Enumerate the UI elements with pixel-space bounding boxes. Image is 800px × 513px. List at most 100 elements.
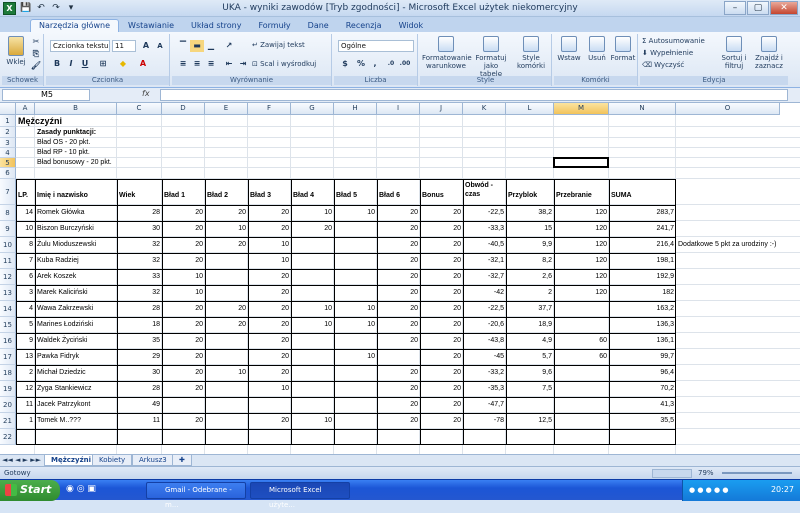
row-header[interactable]: 18: [0, 365, 16, 381]
close-button[interactable]: ✕: [770, 1, 798, 15]
column-header[interactable]: F: [248, 103, 291, 115]
find-select-button[interactable]: Znajdź i zaznacz: [752, 36, 786, 70]
row-header[interactable]: 8: [0, 205, 16, 221]
font-name-combo[interactable]: Czcionka tekstu: [50, 40, 110, 52]
column-header[interactable]: J: [420, 103, 463, 115]
column-header[interactable]: L: [506, 103, 554, 115]
row-header[interactable]: 11: [0, 253, 16, 269]
insert-sheet-icon[interactable]: ✚: [172, 455, 192, 466]
font-size-combo[interactable]: 11: [112, 40, 136, 52]
quick-launch-icons[interactable]: ◉ ◎ ▣: [66, 484, 96, 494]
taskbar-item-gmail[interactable]: Gmail - Odebrane - m...: [146, 482, 246, 509]
view-buttons[interactable]: [652, 469, 692, 478]
clear-button[interactable]: ⌫ Wyczyść: [642, 61, 714, 69]
row-header[interactable]: 21: [0, 413, 16, 429]
tab-1[interactable]: Wstawianie: [120, 20, 182, 32]
column-header[interactable]: E: [205, 103, 248, 115]
cell-styles-button[interactable]: Style komórki: [512, 36, 550, 70]
row-header[interactable]: 19: [0, 381, 16, 397]
comma-style-icon[interactable]: ,: [368, 58, 382, 70]
row-header[interactable]: 12: [0, 269, 16, 285]
formula-input[interactable]: [160, 89, 788, 101]
tab-0[interactable]: Narzędzia główne: [30, 19, 120, 32]
column-header[interactable]: K: [463, 103, 506, 115]
sheet-nav-icons[interactable]: ◄◄ ◄ ► ►►: [2, 456, 41, 464]
column-header[interactable]: H: [334, 103, 377, 115]
italic-button[interactable]: I: [64, 58, 78, 70]
row-header[interactable]: 20: [0, 397, 16, 413]
orientation-icon[interactable]: ↗: [222, 40, 236, 52]
tray-icons[interactable]: ● ● ● ● ●: [689, 480, 728, 500]
row-header[interactable]: 4: [0, 148, 16, 158]
tab-6[interactable]: Widok: [391, 20, 432, 32]
conditional-formatting-button[interactable]: Formatowanie warunkowe: [422, 36, 472, 70]
column-header[interactable]: C: [117, 103, 162, 115]
row-header[interactable]: 5: [0, 158, 16, 168]
tab-2[interactable]: Układ strony: [183, 20, 249, 32]
tab-4[interactable]: Dane: [300, 20, 337, 32]
minimize-button[interactable]: –: [724, 1, 746, 15]
decrease-decimal-icon[interactable]: .00: [398, 58, 412, 70]
maximize-button[interactable]: ▢: [747, 1, 769, 15]
taskbar-item-excel[interactable]: Microsoft Excel użyte...: [250, 482, 350, 509]
sheet-tab-2[interactable]: Arkusz3: [132, 455, 174, 466]
row-header[interactable]: 7: [0, 179, 16, 205]
align-middle-icon[interactable]: ▬: [190, 40, 204, 52]
shrink-font-icon[interactable]: A: [153, 40, 167, 52]
column-header[interactable]: B: [35, 103, 117, 115]
column-header[interactable]: N: [609, 103, 676, 115]
underline-button[interactable]: U: [78, 58, 92, 70]
zoom-level[interactable]: 79%: [698, 467, 714, 479]
delete-cells-button[interactable]: Usuń: [584, 36, 610, 62]
row-header[interactable]: 13: [0, 285, 16, 301]
row-header[interactable]: 16: [0, 333, 16, 349]
decrease-indent-icon[interactable]: ⇤: [222, 58, 236, 70]
sheet-tab-1[interactable]: Kobiety: [92, 455, 133, 466]
row-header[interactable]: 6: [0, 168, 16, 179]
select-all-corner[interactable]: [0, 103, 16, 115]
align-right-icon[interactable]: ≡: [204, 58, 218, 70]
align-bottom-icon[interactable]: ▁: [204, 40, 218, 52]
zoom-slider[interactable]: [722, 472, 792, 474]
start-button[interactable]: Start: [0, 480, 60, 501]
grow-font-icon[interactable]: A: [139, 40, 153, 52]
borders-icon[interactable]: ⊞: [96, 58, 110, 70]
tab-3[interactable]: Formuły: [250, 20, 298, 32]
cut-icon[interactable]: ✂: [29, 36, 43, 48]
row-header[interactable]: 1: [0, 115, 16, 127]
increase-indent-icon[interactable]: ⇥: [236, 58, 250, 70]
insert-function-icon[interactable]: fx: [142, 89, 150, 98]
row-header[interactable]: 2: [0, 127, 16, 138]
format-painter-icon[interactable]: 🖌: [29, 60, 43, 72]
fill-button[interactable]: ⬇ Wypełnienie: [642, 49, 714, 57]
tab-5[interactable]: Recenzja: [338, 20, 390, 32]
percent-icon[interactable]: %: [354, 58, 368, 70]
row-header[interactable]: 15: [0, 317, 16, 333]
currency-icon[interactable]: $: [338, 58, 352, 70]
row-header[interactable]: 22: [0, 429, 16, 445]
insert-cells-button[interactable]: Wstaw: [556, 36, 582, 62]
format-cells-button[interactable]: Format: [610, 36, 636, 62]
name-box[interactable]: M5: [2, 89, 90, 101]
row-header[interactable]: 3: [0, 138, 16, 148]
column-header[interactable]: A: [16, 103, 35, 115]
column-header[interactable]: M: [554, 103, 609, 115]
number-format-combo[interactable]: Ogólne: [338, 40, 414, 52]
bold-button[interactable]: B: [50, 58, 64, 70]
increase-decimal-icon[interactable]: .0: [384, 58, 398, 70]
align-center-icon[interactable]: ≡: [190, 58, 204, 70]
wrap-text-button[interactable]: ↵ Zawijaj tekst: [252, 41, 328, 49]
font-color-icon[interactable]: A: [136, 58, 150, 70]
worksheet-grid[interactable]: A B C D E F G H I J K L M N O 1 2 3 4 5 6 7 8 9 10 11 12 13 14 15 16 17…: [0, 103, 800, 454]
fill-color-icon[interactable]: ◆: [116, 58, 130, 70]
row-header[interactable]: 9: [0, 221, 16, 237]
align-top-icon[interactable]: ▔: [176, 40, 190, 52]
row-header[interactable]: 14: [0, 301, 16, 317]
paste-button[interactable]: Wklej: [5, 36, 27, 66]
column-header[interactable]: D: [162, 103, 205, 115]
format-as-table-button[interactable]: Formatuj jako tabelę: [472, 36, 510, 78]
merge-center-button[interactable]: ⊡ Scal i wyśrodkuj: [252, 60, 330, 68]
row-header[interactable]: 17: [0, 349, 16, 365]
sheet-tab-0[interactable]: Mężczyźni: [44, 455, 99, 466]
selected-cell[interactable]: [553, 157, 609, 168]
